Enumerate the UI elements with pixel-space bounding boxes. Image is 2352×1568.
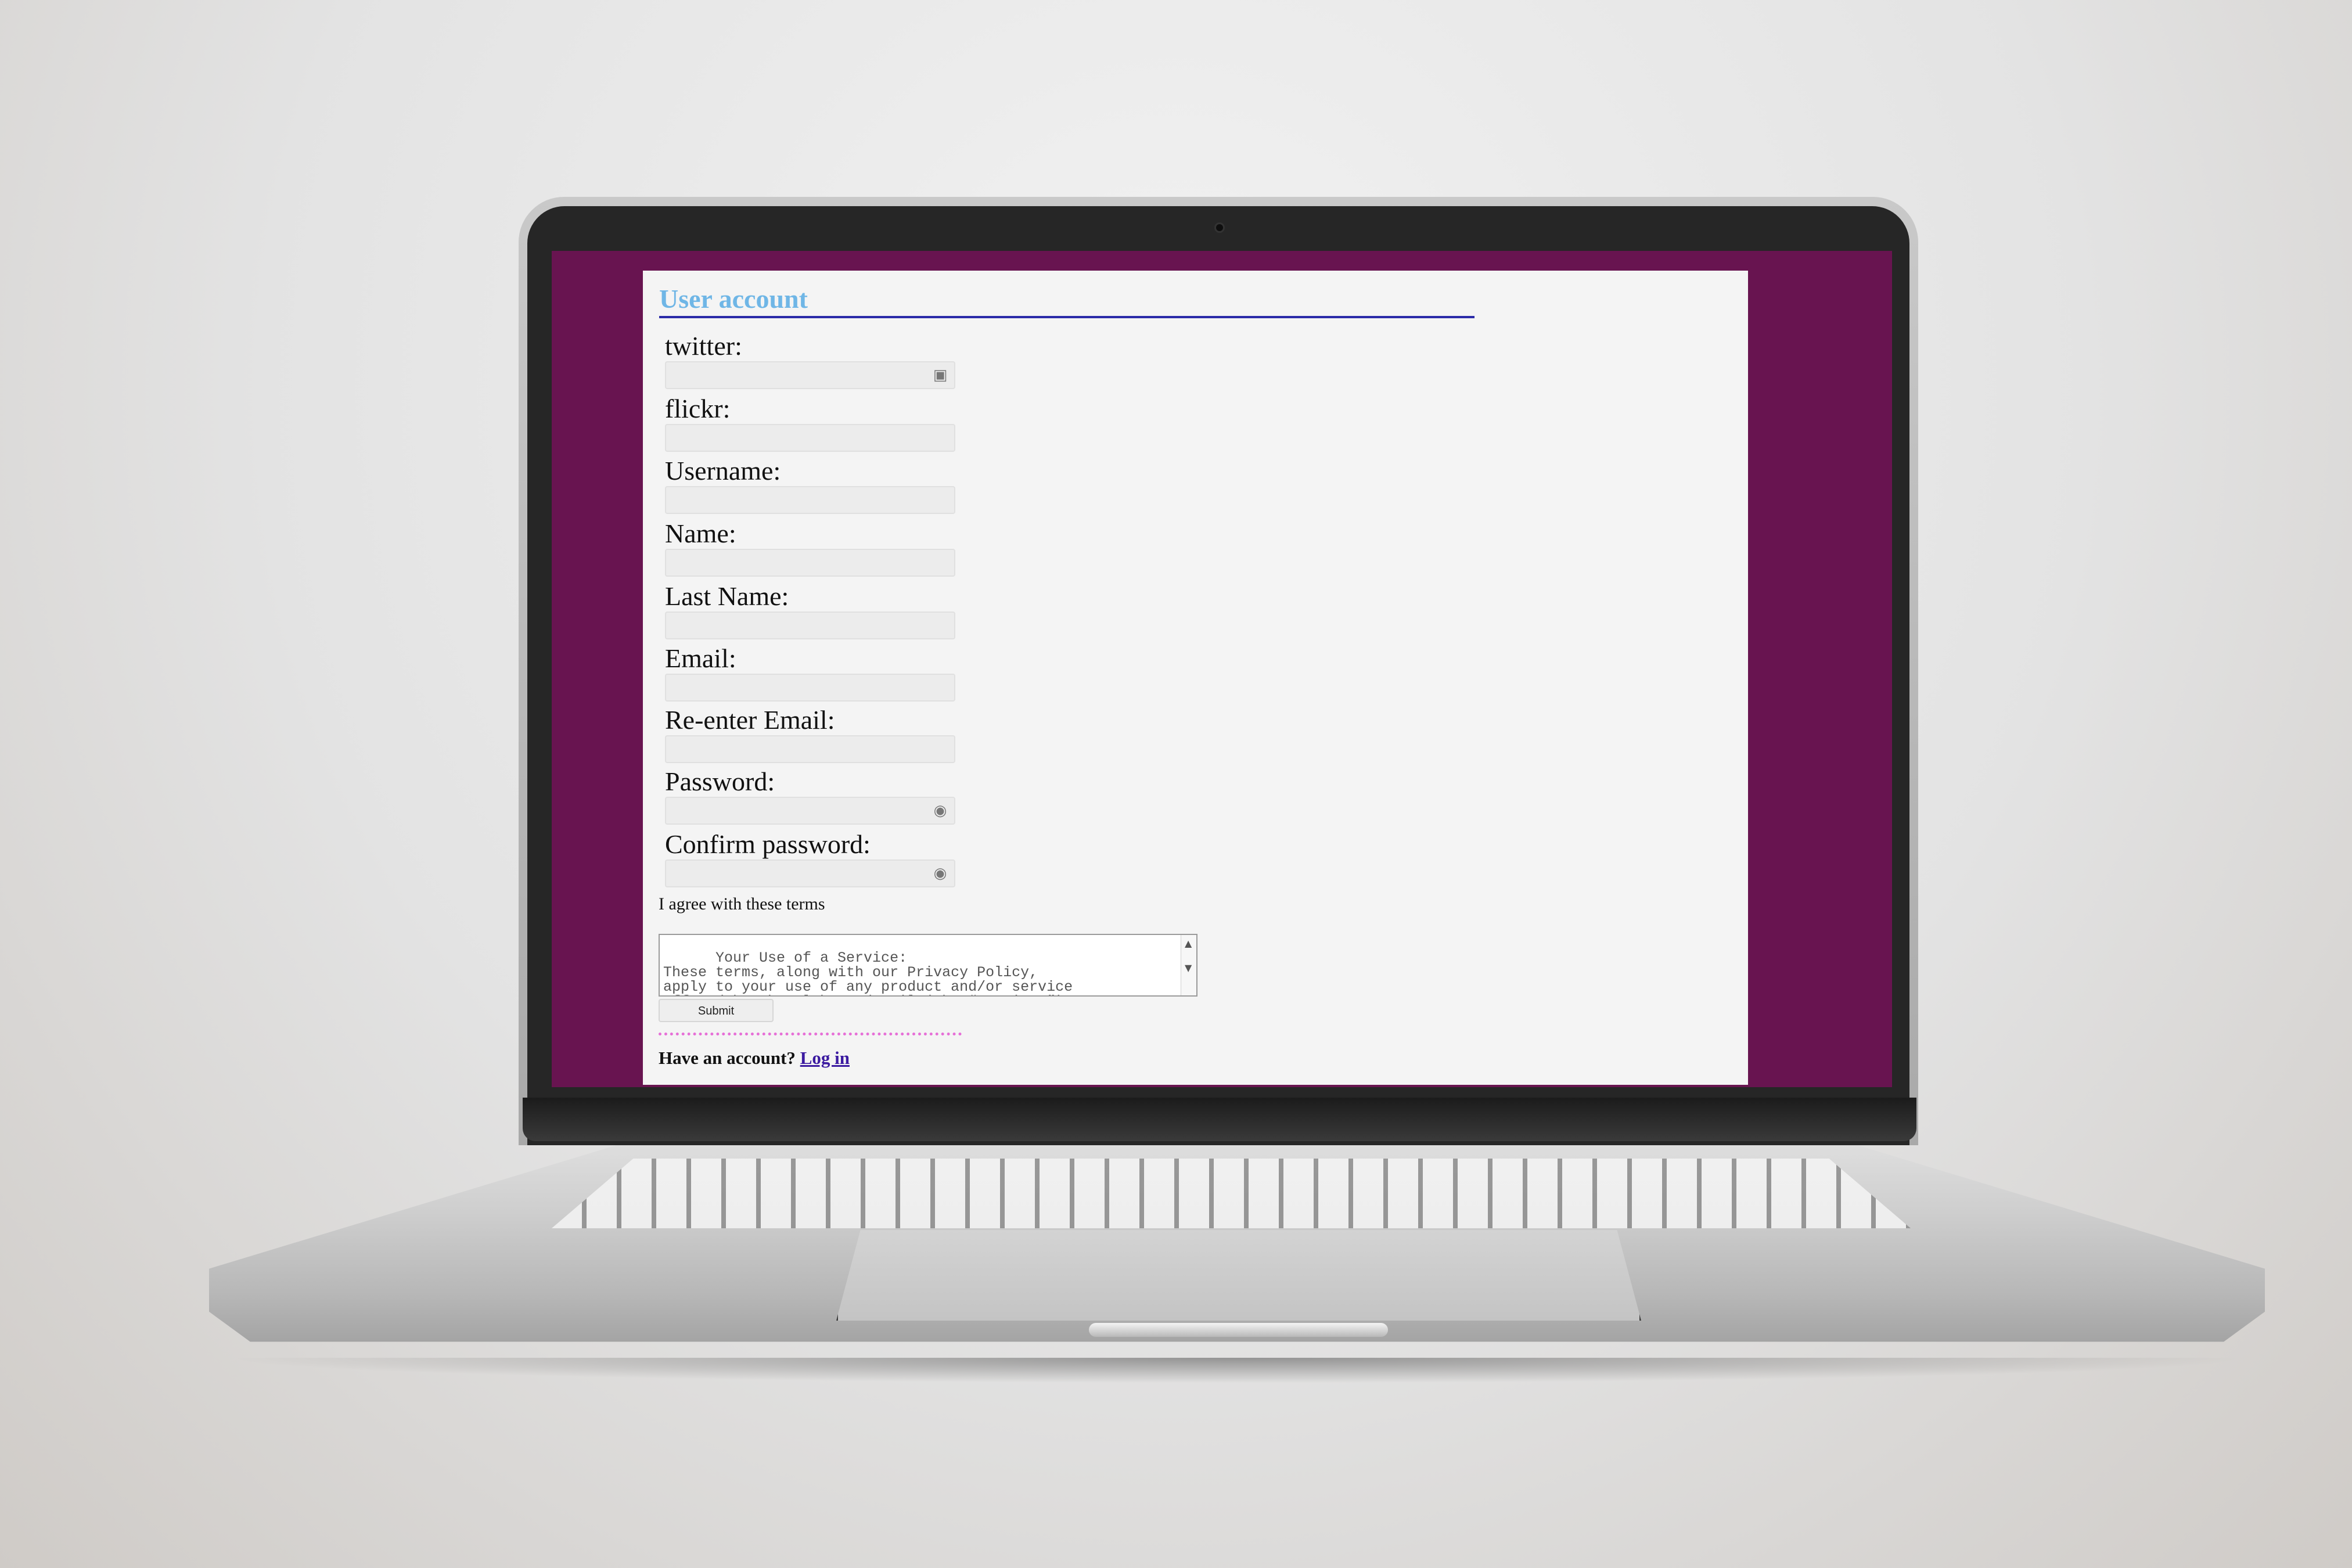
agree-terms-label[interactable]: I agree with these terms bbox=[659, 894, 825, 914]
terms-textarea[interactable]: Your Use of a Service: These terms, alon… bbox=[659, 934, 1197, 997]
have-account-line: Have an account? Log in bbox=[659, 1048, 850, 1069]
dotted-divider bbox=[659, 1033, 962, 1035]
confirm-password-label: Confirm password: bbox=[665, 829, 871, 859]
last-name-field-group: Last Name: bbox=[665, 581, 961, 639]
password-field-group: Password: ◉ bbox=[665, 767, 961, 825]
keyboard bbox=[552, 1159, 1911, 1228]
submit-button[interactable]: Submit bbox=[659, 999, 774, 1022]
reenter-email-input[interactable] bbox=[665, 735, 955, 763]
laptop-hinge bbox=[523, 1098, 1916, 1141]
name-input[interactable] bbox=[665, 549, 955, 577]
twitter-field-group: twitter: ▣ bbox=[665, 331, 961, 389]
email-field-group: Email: bbox=[665, 643, 961, 702]
name-field-group: Name: bbox=[665, 519, 961, 577]
page-title: User account bbox=[659, 285, 1475, 318]
login-link[interactable]: Log in bbox=[800, 1048, 850, 1068]
reenter-email-field-group: Re-enter Email: bbox=[665, 705, 961, 763]
lid-notch bbox=[1089, 1323, 1388, 1337]
account-page: User account twitter: ▣ flickr: Username… bbox=[643, 271, 1748, 1085]
contact-card-icon[interactable]: ▣ bbox=[932, 367, 948, 383]
email-label: Email: bbox=[665, 643, 736, 673]
username-input[interactable] bbox=[665, 486, 955, 514]
password-input[interactable]: ◉ bbox=[665, 797, 955, 825]
name-label: Name: bbox=[665, 519, 736, 548]
flickr-input[interactable] bbox=[665, 424, 955, 452]
confirm-password-field-group: Confirm password: ◉ bbox=[665, 829, 961, 887]
confirm-password-input[interactable]: ◉ bbox=[665, 859, 955, 887]
flickr-field-group: flickr: bbox=[665, 394, 961, 452]
eye-icon[interactable]: ◉ bbox=[932, 803, 948, 819]
webcam-icon bbox=[1216, 224, 1223, 231]
scroll-down-icon[interactable]: ▼ bbox=[1185, 961, 1192, 975]
username-field-group: Username: bbox=[665, 456, 961, 514]
eye-icon[interactable]: ◉ bbox=[932, 865, 948, 882]
password-label: Password: bbox=[665, 767, 775, 796]
reenter-email-label: Re-enter Email: bbox=[665, 705, 835, 735]
email-input[interactable] bbox=[665, 674, 955, 702]
last-name-input[interactable] bbox=[665, 612, 955, 639]
username-label: Username: bbox=[665, 456, 781, 485]
twitter-input[interactable]: ▣ bbox=[665, 361, 955, 389]
trackpad bbox=[836, 1230, 1641, 1321]
last-name-label: Last Name: bbox=[665, 581, 789, 611]
laptop-shadow bbox=[221, 1358, 2253, 1383]
scroll-up-icon[interactable]: ▲ bbox=[1185, 936, 1192, 951]
laptop-screen: User account twitter: ▣ flickr: Username… bbox=[552, 251, 1892, 1087]
terms-text: Your Use of a Service: These terms, alon… bbox=[663, 950, 1073, 995]
twitter-label: twitter: bbox=[665, 331, 742, 361]
terms-scrollbar[interactable]: ▲ ▼ bbox=[1181, 935, 1196, 995]
flickr-label: flickr: bbox=[665, 394, 731, 423]
have-account-text: Have an account? bbox=[659, 1048, 796, 1068]
